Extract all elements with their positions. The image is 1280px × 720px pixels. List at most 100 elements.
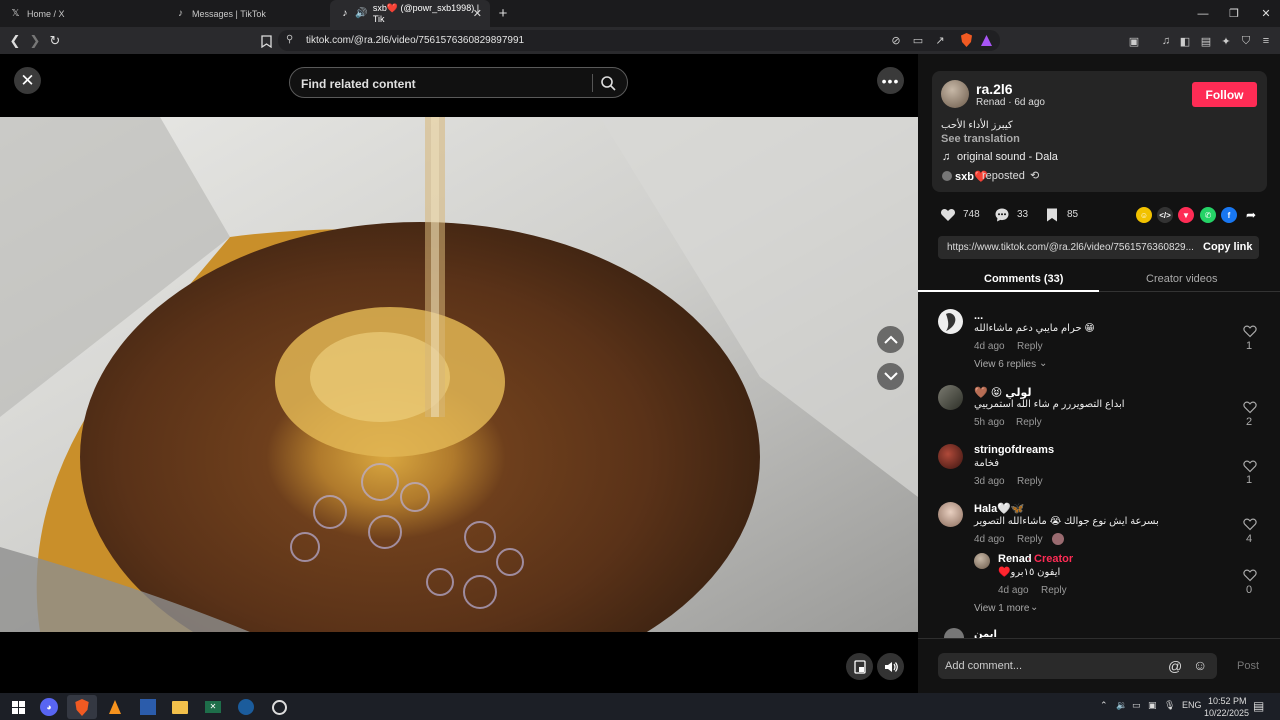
tab-messages-tiktok[interactable]: ♪ Messages | TikTok bbox=[165, 0, 330, 27]
search-icon[interactable] bbox=[600, 75, 616, 91]
post-button[interactable]: Post bbox=[1237, 660, 1259, 672]
heart-outline-icon[interactable] bbox=[1243, 400, 1257, 414]
reply-button[interactable]: Reply bbox=[1016, 417, 1042, 428]
heart-outline-icon[interactable] bbox=[1243, 517, 1257, 531]
close-window-button[interactable]: ✕ bbox=[1250, 0, 1280, 27]
comment-username[interactable]: stringofdreams bbox=[974, 444, 1054, 456]
comment-icon[interactable] bbox=[994, 207, 1010, 223]
previous-video-button[interactable] bbox=[877, 326, 904, 353]
url-field[interactable]: ⚲ tiktok.com/@ra.2l6/video/7561576360829… bbox=[278, 30, 1000, 51]
heart-outline-icon[interactable] bbox=[1243, 324, 1257, 338]
heart-outline-icon[interactable] bbox=[1243, 459, 1257, 473]
mention-icon[interactable]: @ bbox=[1168, 658, 1182, 674]
reply-avatar[interactable] bbox=[974, 553, 990, 569]
share-friends-icon[interactable]: ☺ bbox=[1136, 207, 1152, 223]
comment-username[interactable]: ايمن bbox=[974, 629, 997, 638]
more-options-button[interactable]: ••• bbox=[877, 67, 904, 94]
follow-button[interactable]: Follow bbox=[1192, 82, 1257, 107]
reply-button[interactable]: Reply bbox=[1017, 476, 1043, 487]
brave-shield-icon[interactable] bbox=[958, 32, 974, 48]
clock-time[interactable]: 10:52 PM bbox=[1208, 696, 1247, 706]
comment-username[interactable]: Hala🤍🦋 bbox=[974, 502, 1025, 515]
display-icon[interactable]: ▣ bbox=[1148, 700, 1157, 711]
heart-icon[interactable] bbox=[940, 207, 956, 223]
media-icon[interactable]: ♫ bbox=[1158, 33, 1174, 49]
show-hidden-icons[interactable]: ⌃ bbox=[1100, 700, 1108, 711]
share-arrow-icon[interactable]: ➦ bbox=[1243, 207, 1259, 223]
comment-avatar[interactable] bbox=[938, 502, 963, 527]
steam-app[interactable] bbox=[231, 695, 261, 719]
comment-avatar[interactable] bbox=[938, 309, 963, 334]
video-link-text[interactable]: https://www.tiktok.com/@ra.2l6/video/756… bbox=[947, 242, 1194, 253]
view-replies-button[interactable]: View 6 replies bbox=[974, 359, 1036, 370]
emoji-icon[interactable]: ☺ bbox=[1193, 657, 1207, 673]
leo-ai-icon[interactable]: ✦ bbox=[1218, 33, 1234, 49]
view-more-replies-button[interactable]: View 1 more bbox=[974, 603, 1029, 614]
like-count: 748 bbox=[963, 209, 980, 220]
sound-link[interactable]: original sound - Dala bbox=[957, 151, 1058, 163]
reply-button[interactable]: Reply bbox=[1017, 534, 1043, 545]
comment-username[interactable]: ... bbox=[974, 310, 983, 322]
forward-button[interactable]: ❯ bbox=[25, 31, 45, 51]
reply-button[interactable]: Reply bbox=[1041, 585, 1067, 596]
reload-button[interactable]: ↻ bbox=[45, 31, 65, 51]
see-translation-link[interactable]: See translation bbox=[941, 133, 1020, 145]
whatsapp-icon[interactable]: ✆ bbox=[1200, 207, 1216, 223]
reader-mode-icon[interactable]: ⊘ bbox=[888, 32, 904, 48]
menu-icon[interactable]: ≡ bbox=[1258, 33, 1274, 49]
facebook-icon[interactable]: f bbox=[1221, 207, 1237, 223]
embed-icon[interactable]: </> bbox=[1157, 207, 1173, 223]
vpn-icon[interactable]: ⛉ bbox=[1238, 33, 1254, 49]
floating-player-button[interactable] bbox=[846, 653, 873, 680]
start-button[interactable] bbox=[3, 695, 33, 719]
video-frame[interactable] bbox=[0, 117, 918, 632]
new-tab-button[interactable]: + bbox=[490, 0, 516, 27]
reposter-avatar[interactable] bbox=[942, 171, 952, 181]
close-tab-icon[interactable]: ✕ bbox=[473, 7, 482, 20]
wallet-icon[interactable]: ▤ bbox=[1198, 33, 1214, 49]
speaker-tray-icon[interactable]: 🔉 bbox=[1116, 700, 1127, 711]
notifications-icon[interactable]: ▤ bbox=[1253, 699, 1264, 713]
author-avatar[interactable] bbox=[941, 80, 969, 108]
discord-app[interactable]: ◕ bbox=[34, 695, 64, 719]
speaker-icon[interactable]: 🔊 bbox=[355, 8, 367, 19]
close-video-button[interactable]: ✕ bbox=[14, 67, 41, 94]
next-video-button[interactable] bbox=[877, 363, 904, 390]
heart-outline-icon[interactable] bbox=[1243, 568, 1257, 582]
comment-input[interactable]: Add comment... @ ☺ bbox=[938, 653, 1217, 679]
network-icon[interactable]: ▭ bbox=[1132, 700, 1141, 711]
mic-icon[interactable]: 🎙 bbox=[1164, 700, 1175, 711]
clock-date[interactable]: 10/22/2025 bbox=[1204, 708, 1249, 718]
tab-sxb-tiktok[interactable]: ♪ 🔊 sxb❤️ (@powr_sxb1998) | Tik ✕ bbox=[330, 0, 490, 27]
brave-rewards-icon[interactable] bbox=[978, 32, 994, 48]
tab-comments[interactable]: Comments (33) bbox=[984, 273, 1063, 285]
app-orange[interactable] bbox=[100, 695, 130, 719]
comment-username[interactable]: لولي 😝 🤎 bbox=[974, 386, 1032, 399]
app-terminal[interactable]: ✕ bbox=[198, 695, 228, 719]
tab-creator-videos[interactable]: Creator videos bbox=[1146, 273, 1218, 285]
app-circle[interactable] bbox=[264, 695, 294, 719]
comment-avatar[interactable] bbox=[938, 444, 963, 469]
file-explorer[interactable] bbox=[165, 695, 195, 719]
brave-app[interactable] bbox=[67, 695, 97, 719]
comment-avatar[interactable] bbox=[938, 385, 963, 410]
sidebar-toggle-icon[interactable]: ▣ bbox=[1126, 33, 1142, 49]
send-message-icon[interactable]: ▼ bbox=[1178, 207, 1194, 223]
site-info-icon[interactable]: ⚲ bbox=[286, 34, 293, 45]
sidebar-icon[interactable]: ◧ bbox=[1177, 33, 1193, 49]
app-blue[interactable] bbox=[133, 695, 163, 719]
reply-button[interactable]: Reply bbox=[1017, 341, 1043, 352]
restore-button[interactable]: ❐ bbox=[1218, 0, 1250, 27]
author-username[interactable]: ra.2l6 bbox=[976, 81, 1013, 97]
back-button[interactable]: ❮ bbox=[5, 31, 25, 51]
tab-home-x[interactable]: 𝕏 Home / X bbox=[0, 0, 165, 27]
bookmark-save-icon[interactable] bbox=[1044, 207, 1060, 223]
bookmark-icon[interactable] bbox=[256, 31, 276, 51]
minimize-button[interactable]: — bbox=[1187, 0, 1219, 27]
related-search-input[interactable]: Find related content bbox=[289, 67, 628, 98]
copy-link-button[interactable]: Copy link bbox=[1203, 241, 1253, 253]
volume-button[interactable] bbox=[877, 653, 904, 680]
share-page-icon[interactable]: ↗ bbox=[932, 32, 948, 48]
language-indicator[interactable]: ENG bbox=[1182, 700, 1202, 710]
cast-icon[interactable]: ▭ bbox=[910, 32, 926, 48]
